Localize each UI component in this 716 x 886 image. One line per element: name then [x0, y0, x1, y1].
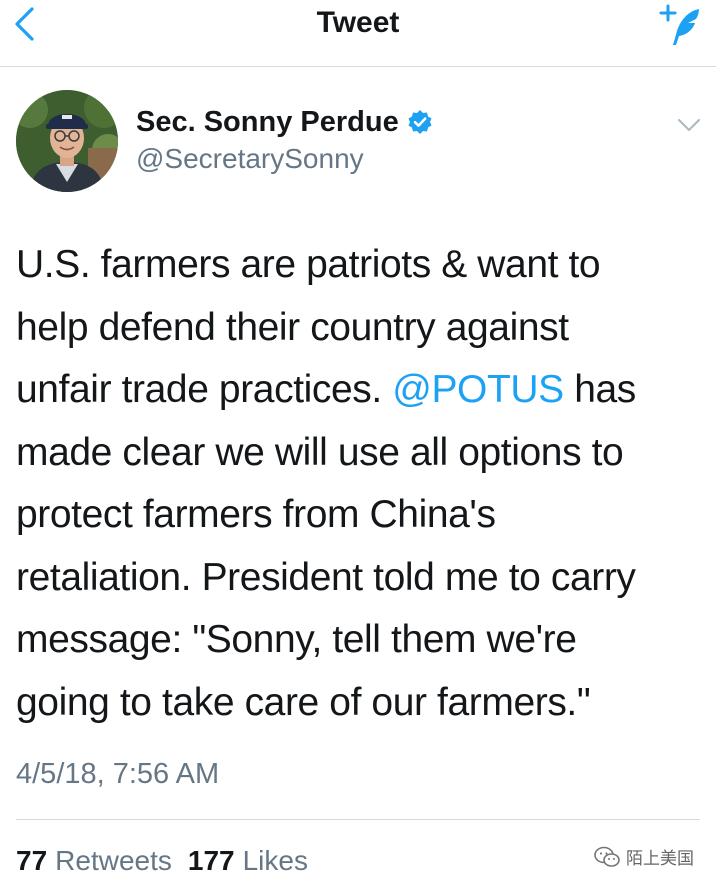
- wechat-icon: [594, 846, 620, 867]
- watermark: 陌上美国: [594, 844, 694, 869]
- divider: [16, 819, 700, 820]
- compose-tweet-icon: [659, 4, 699, 45]
- navigation-bar: Tweet: [0, 0, 716, 67]
- tweet-line: retaliation. President told me to carry: [16, 547, 706, 610]
- retweets-label: Retweets: [55, 845, 172, 876]
- tweet-line: unfair trade practices. @POTUS has: [16, 359, 706, 422]
- retweets-count: 77: [16, 845, 48, 876]
- compose-tweet-button[interactable]: [658, 2, 706, 50]
- tweet-text-segment: help defend their country against: [16, 305, 569, 349]
- tweet-options-button[interactable]: [674, 110, 704, 140]
- tweet-timestamp: 4/5/18, 7:56 AM: [16, 758, 220, 790]
- tweet-text-segment: protect farmers from China's: [16, 493, 496, 536]
- likes-stat[interactable]: 177 Likes: [188, 843, 308, 879]
- tweet-text-segment: U.S. farmers are patriots & want to: [16, 243, 601, 286]
- tweet-line: going to take care of our farmers.": [16, 672, 706, 735]
- display-name[interactable]: Sec. Sonny Perdue: [136, 104, 399, 140]
- tweet-text: U.S. farmers are patriots & want to help…: [16, 234, 706, 734]
- verified-badge-icon: [408, 110, 432, 134]
- page-title: Tweet: [316, 6, 400, 39]
- avatar[interactable]: [16, 90, 118, 192]
- tweet-line: made clear we will use all options to: [16, 422, 706, 485]
- tweet-stats: 77 Retweets 177 Likes: [16, 843, 324, 879]
- user-handle[interactable]: @SecretarySonny: [136, 142, 364, 176]
- tweet-text-segment: made clear we will use all options to: [16, 430, 624, 474]
- tweet-author-header: Sec. Sonny Perdue @SecretarySonny: [0, 66, 716, 206]
- tweet-text-segment: going to take care of our farmers.": [16, 680, 591, 724]
- watermark-text: 陌上美国: [626, 849, 694, 869]
- tweet-line: help defend their country against: [16, 297, 706, 360]
- tweet-text-segment: has: [563, 368, 636, 411]
- profile-photo: [16, 90, 118, 192]
- likes-label: Likes: [242, 845, 308, 876]
- display-name-row: Sec. Sonny Perdue: [136, 104, 433, 140]
- tweet-text-segment: retaliation. President told me to carry: [16, 555, 636, 599]
- tweet-text-segment: unfair trade practices.: [16, 368, 393, 411]
- tweet-line: U.S. farmers are patriots & want to: [16, 234, 706, 297]
- tweet-line: message: "Sonny, tell them we're: [16, 609, 706, 672]
- retweets-stat[interactable]: 77 Retweets: [16, 843, 172, 879]
- likes-count: 177: [187, 845, 235, 876]
- mention-link[interactable]: @POTUS: [392, 368, 564, 411]
- chevron-down-icon: [678, 119, 700, 131]
- tweet-line: protect farmers from China's: [16, 484, 706, 547]
- tweet-text-segment: message: "Sonny, tell them we're: [16, 618, 577, 661]
